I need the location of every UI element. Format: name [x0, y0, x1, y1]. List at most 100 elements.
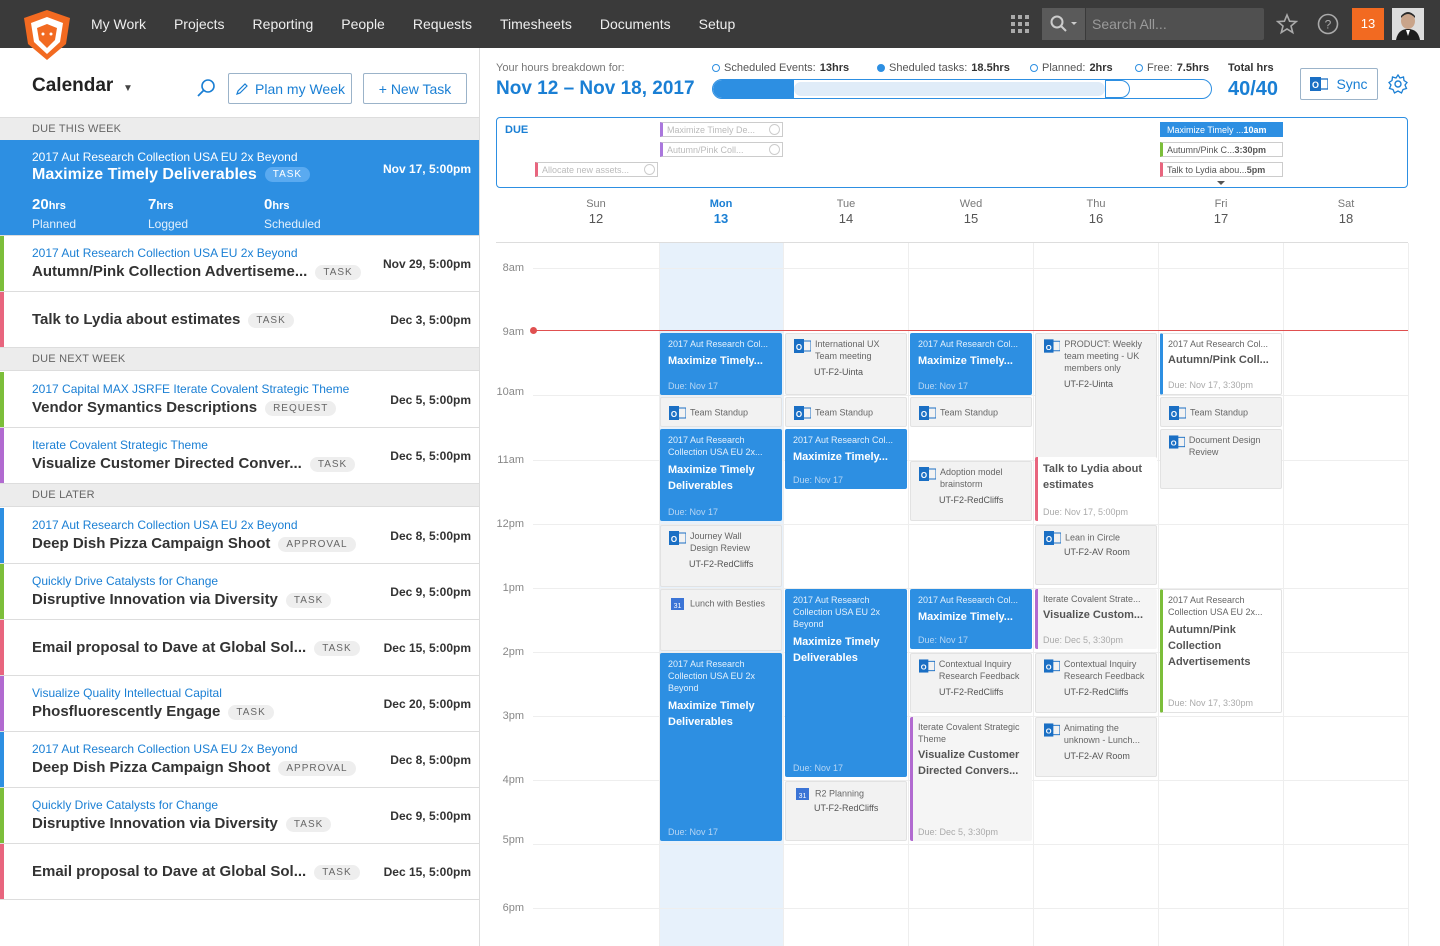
help-icon[interactable]: ? [1317, 13, 1339, 35]
task-project[interactable]: 2017 Aut Research Collection USA EU 2x B… [32, 518, 298, 532]
nav-reporting[interactable]: Reporting [239, 0, 328, 48]
calendar-event[interactable]: O Contextual Inquiry Research Feedback UT-… [1035, 653, 1157, 713]
legend-tasks: Sheduled tasks: 18.5hrs [877, 62, 1010, 74]
favorites-star-icon[interactable] [1276, 13, 1298, 35]
task-row[interactable]: Talk to Lydia about estimates TASK Dec 3, … [0, 292, 479, 348]
hour-label: 1pm [502, 582, 524, 594]
calendar-task-item[interactable]: Talk to Lydia about estimates Due: Nov 17… [1035, 457, 1157, 521]
nav-requests[interactable]: Requests [399, 0, 486, 48]
svg-text:O: O [1046, 727, 1052, 736]
task-due: Dec 15, 5:00pm [383, 865, 471, 879]
task-row[interactable]: Quickly Drive Catalysts for Change Disrup… [0, 788, 479, 844]
due-chip[interactable]: Allocate new assets... [535, 162, 658, 177]
task-row[interactable]: Email proposal to Dave at Global Sol... T… [0, 620, 479, 676]
due-strip: DUE Maximize Timely De... Autumn/Pink Co… [496, 117, 1408, 188]
task-color-bar [0, 236, 4, 291]
svg-text:31: 31 [799, 793, 807, 800]
calendar-event[interactable]: O Animating the unknown - Lunch... UT-F2-A… [1035, 717, 1157, 777]
due-chip[interactable]: Maximize Timely ...10am [1160, 122, 1283, 137]
calendar-task-block[interactable]: 2017 Aut Research Col... Maximize Timely.… [660, 333, 782, 395]
apps-grid-icon[interactable] [1011, 15, 1029, 33]
check-icon[interactable] [769, 144, 780, 155]
task-name: Vendor Symantics Descriptions REQUEST [32, 399, 337, 416]
calendar-task-block[interactable]: 2017 Aut Research Collection USA EU 2x B… [785, 589, 907, 777]
calendar-task-block[interactable]: 2017 Aut Research Col... Maximize Timely.… [785, 429, 907, 489]
task-project[interactable]: Iterate Covalent Strategic Theme [32, 438, 208, 452]
task-project[interactable]: 2017 Capital MAX JSRFE Iterate Covalent … [32, 382, 349, 396]
plan-my-week-button[interactable]: Plan my Week [228, 73, 352, 104]
task-project[interactable]: Quickly Drive Catalysts for Change [32, 574, 218, 588]
calendar-event[interactable]: 31 Lunch with Besties [660, 589, 782, 651]
task-row[interactable]: 2017 Aut Research Collection USA EU 2x B… [0, 732, 479, 788]
day-header-wed: Wed 15 [959, 198, 983, 226]
svg-text:?: ? [1325, 18, 1332, 32]
search-icon[interactable] [196, 78, 216, 98]
calendar-title[interactable]: Calendar [32, 75, 113, 97]
task-row[interactable]: Visualize Quality Intellectual Capital Ph… [0, 676, 479, 732]
calendar-task-item[interactable]: Iterate Covalent Strate... Visualize Cust… [1035, 589, 1157, 649]
outlook-icon: O [1169, 435, 1185, 449]
nav-my-work[interactable]: My Work [77, 0, 160, 48]
calendar-task-block[interactable]: 2017 Aut Research Col... Maximize Timely.… [910, 333, 1032, 395]
due-chip[interactable]: Maximize Timely De... [660, 122, 783, 137]
task-row[interactable]: 2017 Aut Research Collection USA EU 2x B… [0, 236, 479, 292]
calendar-event[interactable]: O Adoption model brainstorm UT-F2-RedCliff… [910, 461, 1032, 521]
calendar-task-item[interactable]: 2017 Aut Research Collection USA EU 2x..… [1160, 589, 1282, 713]
task-row[interactable]: Iterate Covalent Strategic Theme Visualiz… [0, 428, 479, 484]
chevron-down-icon[interactable]: ▼ [123, 83, 133, 94]
calendar-event[interactable]: O Journey Wall Design Review UT-F2-RedClif… [660, 525, 782, 587]
calendar-event[interactable]: O Team Standup [660, 397, 782, 427]
check-icon[interactable] [644, 164, 655, 175]
nav-people[interactable]: People [327, 0, 399, 48]
due-chip[interactable]: Talk to Lydia abou...5pm [1160, 162, 1283, 177]
sync-button[interactable]: O Sync [1300, 68, 1378, 100]
calendar-event[interactable]: O Contextual Inquiry Research Feedback UT-… [910, 653, 1032, 713]
task-name: Maximize Timely Deliverables TASK [32, 166, 311, 184]
task-row[interactable]: Quickly Drive Catalysts for Change Disrup… [0, 564, 479, 620]
gear-icon[interactable] [1388, 74, 1408, 94]
user-avatar[interactable] [1392, 8, 1424, 40]
svg-text:O: O [1171, 439, 1177, 448]
notifications-badge[interactable]: 13 [1352, 8, 1384, 40]
calendar-task-item[interactable]: 2017 Aut Research Col... Autumn/Pink Coll… [1160, 333, 1282, 395]
task-color-bar [0, 508, 4, 563]
nav-documents[interactable]: Documents [586, 0, 685, 48]
calendar-event[interactable]: O Team Standup [910, 397, 1032, 427]
calendar-task-block[interactable]: 2017 Aut Research Col... Maximize Timely.… [910, 589, 1032, 649]
due-chip[interactable]: Autumn/Pink Coll... [660, 142, 783, 157]
calendar-event[interactable]: O Document Design Review [1160, 429, 1282, 489]
task-due: Dec 15, 5:00pm [383, 641, 471, 655]
expand-icon[interactable] [1216, 180, 1226, 186]
calendar-event[interactable]: O International UX Team meeting UT-F2-Uint… [785, 333, 907, 395]
calendar-event[interactable]: O Lean in Circle UT-F2-AV Room [1035, 525, 1157, 585]
task-row[interactable]: Email proposal to Dave at Global Sol... T… [0, 844, 479, 900]
calendar-task-block[interactable]: 2017 Aut Research Collection USA EU 2x B… [660, 653, 782, 841]
due-chip[interactable]: Autumn/Pink C...3:30pm [1160, 142, 1283, 157]
search-input[interactable] [1092, 15, 1252, 33]
check-icon[interactable] [769, 124, 780, 135]
calendar-event[interactable]: O Team Standup [785, 397, 907, 427]
task-row[interactable]: 2017 Aut Research Collection USA EU 2x B… [0, 508, 479, 564]
task-project[interactable]: 2017 Aut Research Collection USA EU 2x B… [32, 246, 298, 260]
task-type-badge: TASK [285, 816, 332, 832]
task-project[interactable]: 2017 Aut Research Collection USA EU 2x B… [32, 742, 298, 756]
nav-projects[interactable]: Projects [160, 0, 239, 48]
hour-label: 5pm [502, 834, 524, 846]
week-range[interactable]: Nov 12 – Nov 18, 2017 [496, 78, 695, 100]
new-task-button[interactable]: + New Task [363, 73, 467, 104]
task-type-badge: TASK [309, 456, 356, 472]
task-list-panel: Calendar ▼ Plan my Week + New Task DUE T… [0, 48, 480, 946]
task-project[interactable]: Visualize Quality Intellectual Capital [32, 686, 222, 700]
task-project[interactable]: Quickly Drive Catalysts for Change [32, 798, 218, 812]
task-row[interactable]: 2017 Capital MAX JSRFE Iterate Covalent … [0, 372, 479, 428]
calendar-event[interactable]: O Team Standup [1160, 397, 1282, 427]
task-row-active[interactable]: 2017 Aut Research Collection USA EU 2x B… [0, 140, 479, 236]
nav-setup[interactable]: Setup [685, 0, 750, 48]
search-scope-button[interactable] [1042, 8, 1086, 40]
calendar-task-item[interactable]: Iterate Covalent Strategic Theme Visualiz… [910, 717, 1032, 841]
calendar-event[interactable]: 31 R2 Planning UT-F2-RedCliffs [785, 781, 907, 841]
task-type-badge: REQUEST [265, 400, 337, 416]
section-due-this-week: DUE THIS WEEK [0, 117, 479, 141]
calendar-task-block[interactable]: 2017 Aut Research Collection USA EU 2x..… [660, 429, 782, 521]
nav-timesheets[interactable]: Timesheets [486, 0, 586, 48]
